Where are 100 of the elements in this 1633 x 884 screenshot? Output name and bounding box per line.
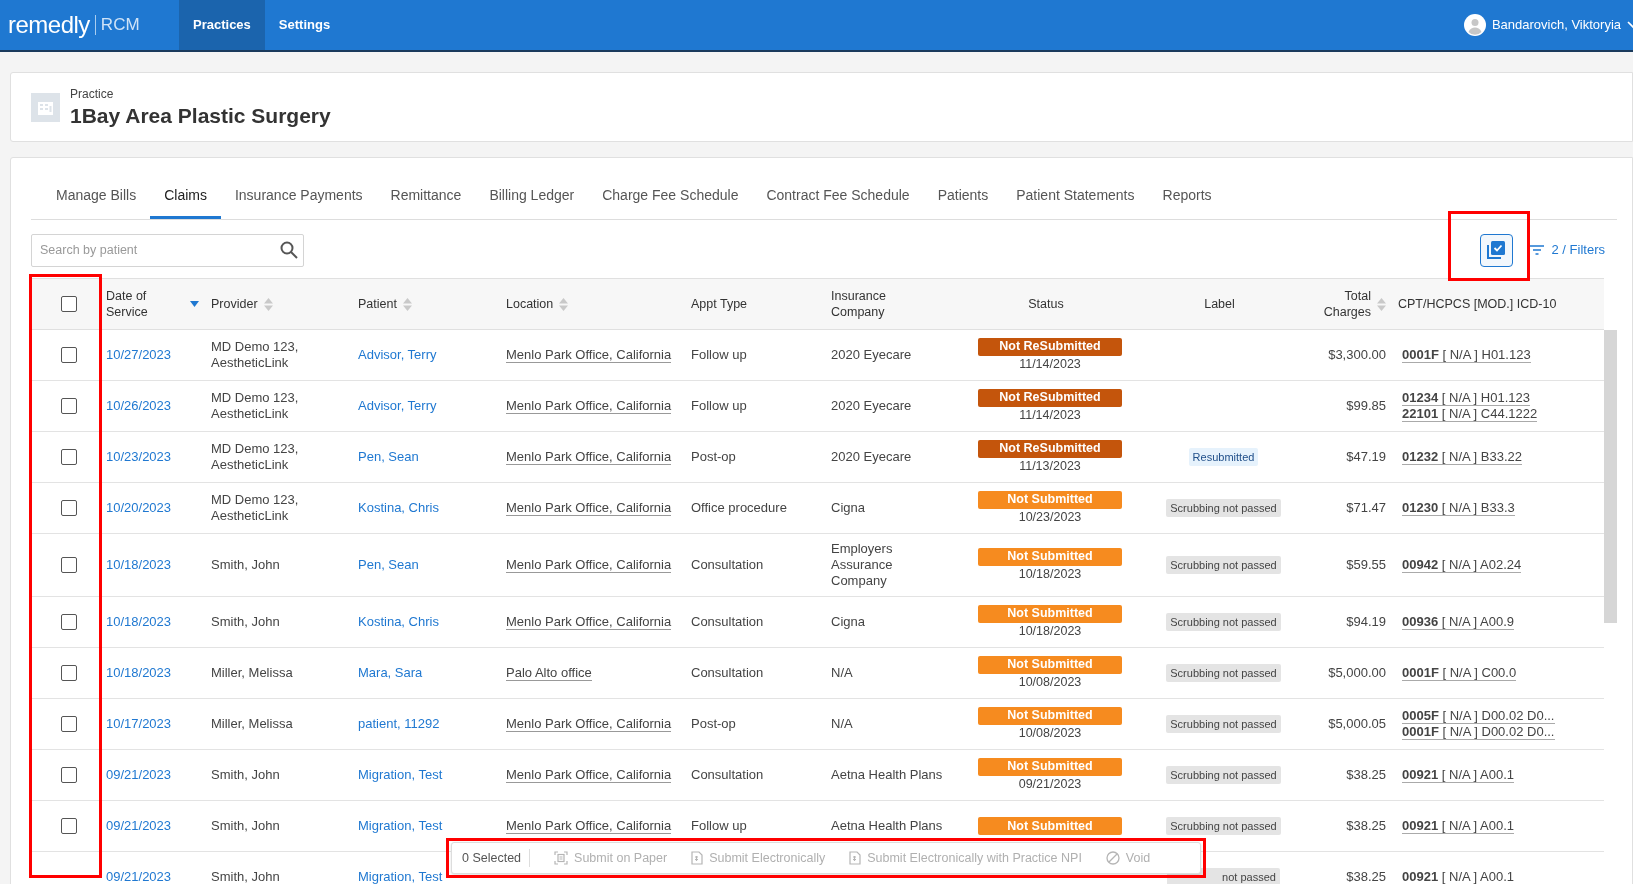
checkbox[interactable] bbox=[60, 449, 77, 465]
total-charges: $71.47 bbox=[1346, 500, 1386, 516]
total-charges: $99.85 bbox=[1346, 398, 1386, 414]
checkbox[interactable] bbox=[60, 557, 77, 573]
patient-link[interactable]: Kostina, Chris bbox=[358, 614, 439, 630]
scrollbar[interactable] bbox=[1604, 330, 1617, 623]
status-date: 10/18/2023 bbox=[1018, 565, 1082, 583]
document-icon bbox=[849, 851, 862, 865]
procedure-code[interactable]: 00921 [ N/A ] A00.1 bbox=[1402, 869, 1515, 884]
date-link[interactable]: 10/26/2023 bbox=[106, 398, 172, 414]
location-link[interactable]: Menlo Park Office, California bbox=[506, 818, 672, 835]
location-link[interactable]: Menlo Park Office, California bbox=[506, 347, 672, 364]
date-link[interactable]: 10/18/2023 bbox=[106, 614, 172, 630]
procedure-code[interactable]: 01230 [ N/A ] B33.3 bbox=[1402, 500, 1515, 516]
nav-tab[interactable]: Settings bbox=[264, 0, 345, 50]
patient-link[interactable]: Pen, Sean bbox=[358, 557, 419, 573]
appointment-type: Office procedure bbox=[691, 500, 787, 516]
date-link[interactable]: 09/21/2023 bbox=[106, 818, 172, 834]
column-header[interactable]: Patient bbox=[358, 296, 412, 312]
user-name[interactable]: Bandarovich, Viktoryia bbox=[1491, 15, 1621, 35]
insurance-company: Aetna Health Plans bbox=[831, 818, 943, 834]
tab[interactable]: Charge Fee Schedule bbox=[588, 174, 753, 219]
checkbox[interactable] bbox=[60, 347, 77, 363]
search-icon[interactable] bbox=[280, 240, 298, 259]
select-mode-button[interactable] bbox=[1479, 233, 1513, 267]
procedure-code[interactable]: 00936 [ N/A ] A00.9 bbox=[1402, 614, 1515, 630]
procedure-code[interactable]: 0005F [ N/A ] D00.02 D0... bbox=[1402, 708, 1555, 724]
column-header[interactable]: Date of Service bbox=[106, 288, 199, 320]
product-name: RCM bbox=[100, 14, 140, 37]
patient-link[interactable]: Advisor, Terry bbox=[358, 398, 437, 414]
appointment-type: Consultation bbox=[691, 557, 764, 573]
column-header[interactable]: Location bbox=[506, 296, 569, 312]
tab[interactable]: Insurance Payments bbox=[220, 174, 377, 219]
tab[interactable]: Remittance bbox=[376, 174, 476, 219]
procedure-code[interactable]: 0001F [ N/A ] C00.0 bbox=[1402, 665, 1517, 681]
patient-link[interactable]: Migration, Test bbox=[358, 869, 443, 884]
checkbox[interactable] bbox=[60, 296, 77, 312]
tab[interactable]: Billing Ledger bbox=[475, 174, 589, 219]
claim-label: Scrubbing not passed bbox=[1166, 663, 1281, 683]
column-header[interactable]: Provider bbox=[211, 296, 273, 312]
insurance-company: N/A bbox=[831, 716, 854, 732]
patient-link[interactable]: Migration, Test bbox=[358, 818, 443, 834]
patient-link[interactable]: Kostina, Chris bbox=[358, 500, 439, 516]
date-link[interactable]: 10/18/2023 bbox=[106, 665, 172, 681]
tab[interactable]: Reports bbox=[1148, 174, 1226, 219]
total-charges: $94.19 bbox=[1346, 614, 1386, 630]
search-field[interactable]: Search by patient bbox=[31, 233, 304, 267]
location-link[interactable]: Menlo Park Office, California bbox=[506, 557, 672, 574]
patient-link[interactable]: Migration, Test bbox=[358, 767, 443, 783]
date-link[interactable]: 10/17/2023 bbox=[106, 716, 172, 732]
date-link[interactable]: 10/18/2023 bbox=[106, 557, 172, 573]
procedure-code[interactable]: 0001F [ N/A ] H01.123 bbox=[1402, 347, 1531, 363]
location-link[interactable]: Menlo Park Office, California bbox=[506, 767, 672, 784]
procedure-code[interactable]: 00942 [ N/A ] A02.24 bbox=[1402, 557, 1522, 573]
total-charges: $3,300.00 bbox=[1328, 347, 1386, 363]
procedure-code[interactable]: 00921 [ N/A ] A00.1 bbox=[1402, 767, 1515, 783]
checkbox[interactable] bbox=[60, 665, 77, 681]
location-link[interactable]: Menlo Park Office, California bbox=[506, 500, 672, 517]
procedure-code[interactable]: 01234 [ N/A ] H01.123 bbox=[1402, 390, 1530, 406]
tab[interactable]: Manage Bills bbox=[42, 174, 151, 219]
location-link[interactable]: Menlo Park Office, California bbox=[506, 614, 672, 631]
procedure-code[interactable]: 00921 [ N/A ] A00.1 bbox=[1402, 818, 1515, 834]
checkbox[interactable] bbox=[60, 398, 77, 414]
tab[interactable]: Claims bbox=[150, 174, 221, 219]
tab[interactable]: Patients bbox=[923, 174, 1003, 219]
location-link[interactable]: Menlo Park Office, California bbox=[506, 398, 672, 415]
checkbox[interactable] bbox=[60, 767, 77, 783]
selected-count: 0 Selected bbox=[462, 848, 531, 868]
checkbox[interactable] bbox=[60, 500, 77, 516]
patient-link[interactable]: Advisor, Terry bbox=[358, 347, 437, 363]
date-link[interactable]: 10/27/2023 bbox=[106, 347, 172, 363]
procedure-code[interactable]: 01232 [ N/A ] B33.22 bbox=[1402, 449, 1522, 465]
document-icon bbox=[691, 851, 704, 865]
nav-tab[interactable]: Practices bbox=[179, 0, 265, 50]
date-link[interactable]: 10/20/2023 bbox=[106, 500, 172, 516]
column-header[interactable]: Total Charges bbox=[1321, 288, 1386, 320]
location-link[interactable]: Palo Alto office bbox=[506, 665, 592, 682]
tab[interactable]: Contract Fee Schedule bbox=[752, 174, 924, 219]
patient-link[interactable]: patient, 11292 bbox=[358, 716, 440, 732]
insurance-company: Employers Assurance Company bbox=[831, 541, 894, 589]
tab[interactable]: Patient Statements bbox=[1002, 174, 1149, 219]
checkbox[interactable] bbox=[60, 716, 77, 732]
user-avatar-icon[interactable] bbox=[1463, 14, 1486, 36]
location-link[interactable]: Menlo Park Office, California bbox=[506, 449, 672, 466]
checkbox[interactable] bbox=[60, 818, 77, 834]
procedure-code[interactable]: 22101 [ N/A ] C44.1222 bbox=[1402, 406, 1538, 422]
column-header: Label bbox=[1204, 296, 1235, 312]
practice-caption: Practice bbox=[70, 86, 115, 103]
date-link[interactable]: 09/21/2023 bbox=[106, 869, 172, 884]
checkbox[interactable] bbox=[60, 614, 77, 630]
practice-name: 1Bay Area Plastic Surgery bbox=[70, 103, 331, 129]
patient-link[interactable]: Pen, Sean bbox=[358, 449, 419, 465]
filters-button[interactable]: 2 / Filters bbox=[1529, 240, 1605, 260]
date-link[interactable]: 09/21/2023 bbox=[106, 767, 172, 783]
patient-link[interactable]: Mara, Sara bbox=[358, 665, 423, 681]
procedure-code[interactable]: 0001F [ N/A ] D00.02 D0... bbox=[1402, 724, 1555, 740]
logo-wordmark[interactable]: remedly bbox=[8, 7, 90, 43]
date-link[interactable]: 10/23/2023 bbox=[106, 449, 172, 465]
claim-label: Scrubbing not passed bbox=[1166, 555, 1281, 575]
location-link[interactable]: Menlo Park Office, California bbox=[506, 716, 672, 733]
